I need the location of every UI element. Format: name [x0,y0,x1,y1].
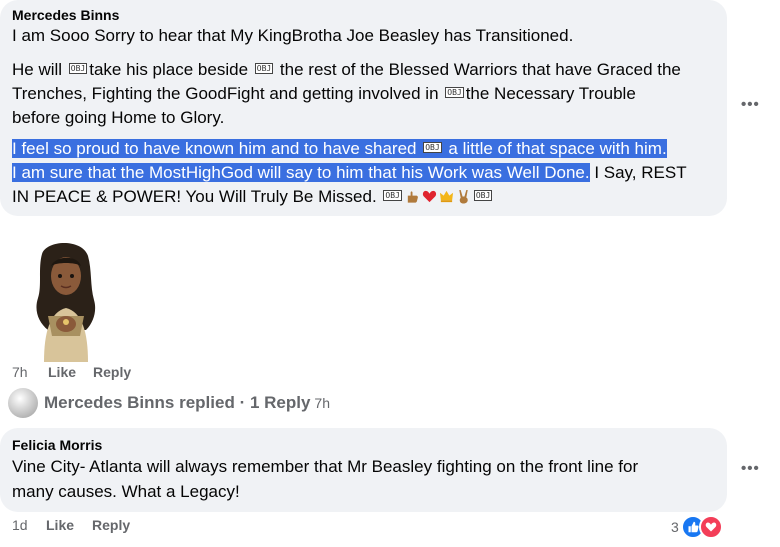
like-label: Like [48,364,77,380]
text-segment: Trenches, Fighting the GoodFight and get… [12,84,444,103]
more-options-icon[interactable]: ••• [741,96,760,113]
reply-button[interactable]: Reply [92,517,130,533]
heart-emoji [422,190,436,203]
comment-paragraph-2: He will OBJ take his place beside OBJ the… [12,58,722,130]
thumb-emoji [407,191,418,203]
text-segment: He will [12,60,67,79]
text-segment: the rest of the Blessed Warriors that ha… [275,60,681,79]
object-placeholder-icon: OBJ [423,142,442,153]
text-segment: before going Home to Glory. [12,108,225,127]
object-placeholder-icon: OBJ [68,63,88,74]
selected-text: I am sure that the MostHighGod will say … [12,163,590,182]
like-label: Like [46,517,75,533]
replies-summary-text: Mercedes Binns replied · 1 Reply [44,393,311,412]
victory-hand-emoji [459,189,468,204]
text-segment: IN PEACE & POWER! You Will Truly Be Miss… [12,187,382,206]
comment-time[interactable]: 1d [12,517,28,533]
comment-text-line: many causes. What a Legacy! [12,482,240,501]
text-segment: I feel so proud to have known him and to… [12,139,422,158]
reply-label: Reply [92,517,131,533]
object-placeholder-icon: OBJ [383,190,402,201]
object-placeholder-icon: OBJ [445,87,464,98]
view-replies-link[interactable]: Mercedes Binns replied · 1 Reply 7h [8,388,330,418]
sticker-avatar [36,243,96,362]
love-reaction-icon [698,515,723,539]
comment-text-line: Vine City- Atlanta will always remember … [12,457,639,476]
more-options-icon[interactable]: ••• [741,460,760,477]
crown-emoji [439,190,453,203]
comment-author[interactable]: Felicia Morris [12,437,102,453]
comment-time[interactable]: 7h [12,364,28,380]
selected-text: I feel so proud to have known him and to… [12,139,667,158]
like-button[interactable]: Like [46,517,74,533]
reactions-summary[interactable]: 3 [671,515,723,539]
object-placeholder-icon: OBJ [473,190,493,201]
comment-author[interactable]: Mercedes Binns [12,7,119,23]
comment-paragraph-3: I feel so proud to have known him and to… [12,137,727,209]
object-placeholder-icon: OBJ [254,63,274,74]
comment-bubble-mercedes: Mercedes Binns I am Sooo Sorry to hear t… [0,0,727,216]
reply-label: Reply [93,364,132,380]
comment-bubble-felicia: Felicia Morris Vine City- Atlanta will a… [0,428,727,512]
replies-time: 7h [314,395,330,411]
text-segment: a little of that space with him. [443,139,667,158]
like-button[interactable]: Like [48,364,76,380]
reply-button[interactable]: Reply [93,364,131,380]
text-segment: the Necessary Trouble [465,84,636,103]
text-segment: take his place beside [89,60,253,79]
reaction-count: 3 [671,519,679,535]
comment-text-line: I am Sooo Sorry to hear that My KingBrot… [12,26,574,45]
avatar [8,388,38,418]
text-segment: I Say, REST [589,163,687,182]
